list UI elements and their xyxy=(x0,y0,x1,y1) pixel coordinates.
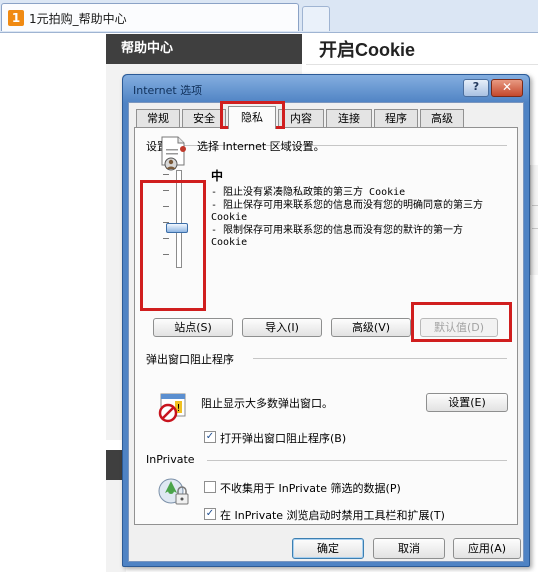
import-button[interactable]: 导入(I) xyxy=(242,318,322,337)
inprivate-filter-checkbox-label[interactable]: 不收集用于 InPrivate 筛选的数据(P) xyxy=(220,480,401,496)
inprivate-group-label: InPrivate xyxy=(146,453,199,466)
popup-blocker-description: 阻止显示大多数弹出窗口。 xyxy=(201,397,333,410)
page-divider xyxy=(532,228,538,229)
inprivate-filter-checkbox[interactable] xyxy=(204,481,216,493)
tab-general[interactable]: 常规 xyxy=(136,109,180,128)
popup-blocker-group-label: 弹出窗口阻止程序 xyxy=(146,351,238,367)
browser-tab-title: 1元拍购_帮助中心 xyxy=(29,12,127,26)
dialog-titlebar[interactable]: Internet 选项 ? ✕ xyxy=(123,75,529,103)
popup-settings-button[interactable]: 设置(E) xyxy=(426,393,508,412)
description-line: - 阻止保存可用来联系您的信息而没有您的明确同意的第三方 Cookie xyxy=(211,199,484,224)
site-logo-icon: 1 xyxy=(8,10,24,26)
advanced-button[interactable]: 高级(V) xyxy=(331,318,411,337)
highlight-slider xyxy=(140,180,206,311)
zone-settings-text: 选择 Internet 区域设置。 xyxy=(197,140,325,153)
popup-blocker-checkbox-label[interactable]: 打开弹出窗口阻止程序(B) xyxy=(220,430,346,446)
description-line: - 限制保存可用来联系您的信息而没有您的默许的第一方 Cookie xyxy=(211,224,464,249)
inprivate-disable-toolbars-checkbox[interactable]: ✓ xyxy=(204,508,216,520)
privacy-level-description: - 阻止没有紧凑隐私政策的第三方 Cookie - 阻止保存可用来联系您的信息而… xyxy=(211,187,495,250)
tab-connections[interactable]: 连接 xyxy=(326,109,372,128)
cancel-button[interactable]: 取消 xyxy=(373,538,445,559)
popup-blocker-icon: ! xyxy=(158,393,186,423)
ok-button[interactable]: 确定 xyxy=(292,538,364,559)
close-button[interactable]: ✕ xyxy=(491,79,523,97)
group-divider xyxy=(207,460,507,461)
page-right-strip xyxy=(530,165,538,275)
description-line: - 阻止没有紧凑隐私政策的第三方 Cookie xyxy=(211,187,406,198)
page-title: 开启Cookie xyxy=(319,40,416,60)
apply-button[interactable]: 应用(A) xyxy=(453,538,521,559)
highlight-default-button xyxy=(411,302,512,342)
browser-tab-active[interactable]: 1 1元拍购_帮助中心 xyxy=(1,3,299,31)
tab-programs[interactable]: 程序 xyxy=(374,109,418,128)
inprivate-disable-toolbars-checkbox-label[interactable]: 在 InPrivate 浏览启动时禁用工具栏和扩展(T) xyxy=(220,507,445,523)
slider-tick xyxy=(163,174,169,175)
sites-button[interactable]: 站点(S) xyxy=(153,318,233,337)
help-button[interactable]: ? xyxy=(463,79,489,97)
privacy-level-name: 中 xyxy=(211,169,224,183)
new-tab-button[interactable] xyxy=(302,6,330,31)
browser-tab-strip: 1 1元拍购_帮助中心 xyxy=(0,0,538,33)
title-divider xyxy=(306,64,538,65)
page-divider xyxy=(532,205,538,206)
tab-privacy[interactable]: 隐私 xyxy=(228,106,276,129)
inprivate-icon xyxy=(158,478,189,505)
popup-blocker-checkbox[interactable]: ✓ xyxy=(204,431,216,443)
sidebar-heading: 帮助中心 xyxy=(106,34,302,64)
tab-advanced[interactable]: 高级 xyxy=(420,109,464,128)
group-divider xyxy=(253,358,507,359)
dialog-title: Internet 选项 xyxy=(133,84,203,97)
